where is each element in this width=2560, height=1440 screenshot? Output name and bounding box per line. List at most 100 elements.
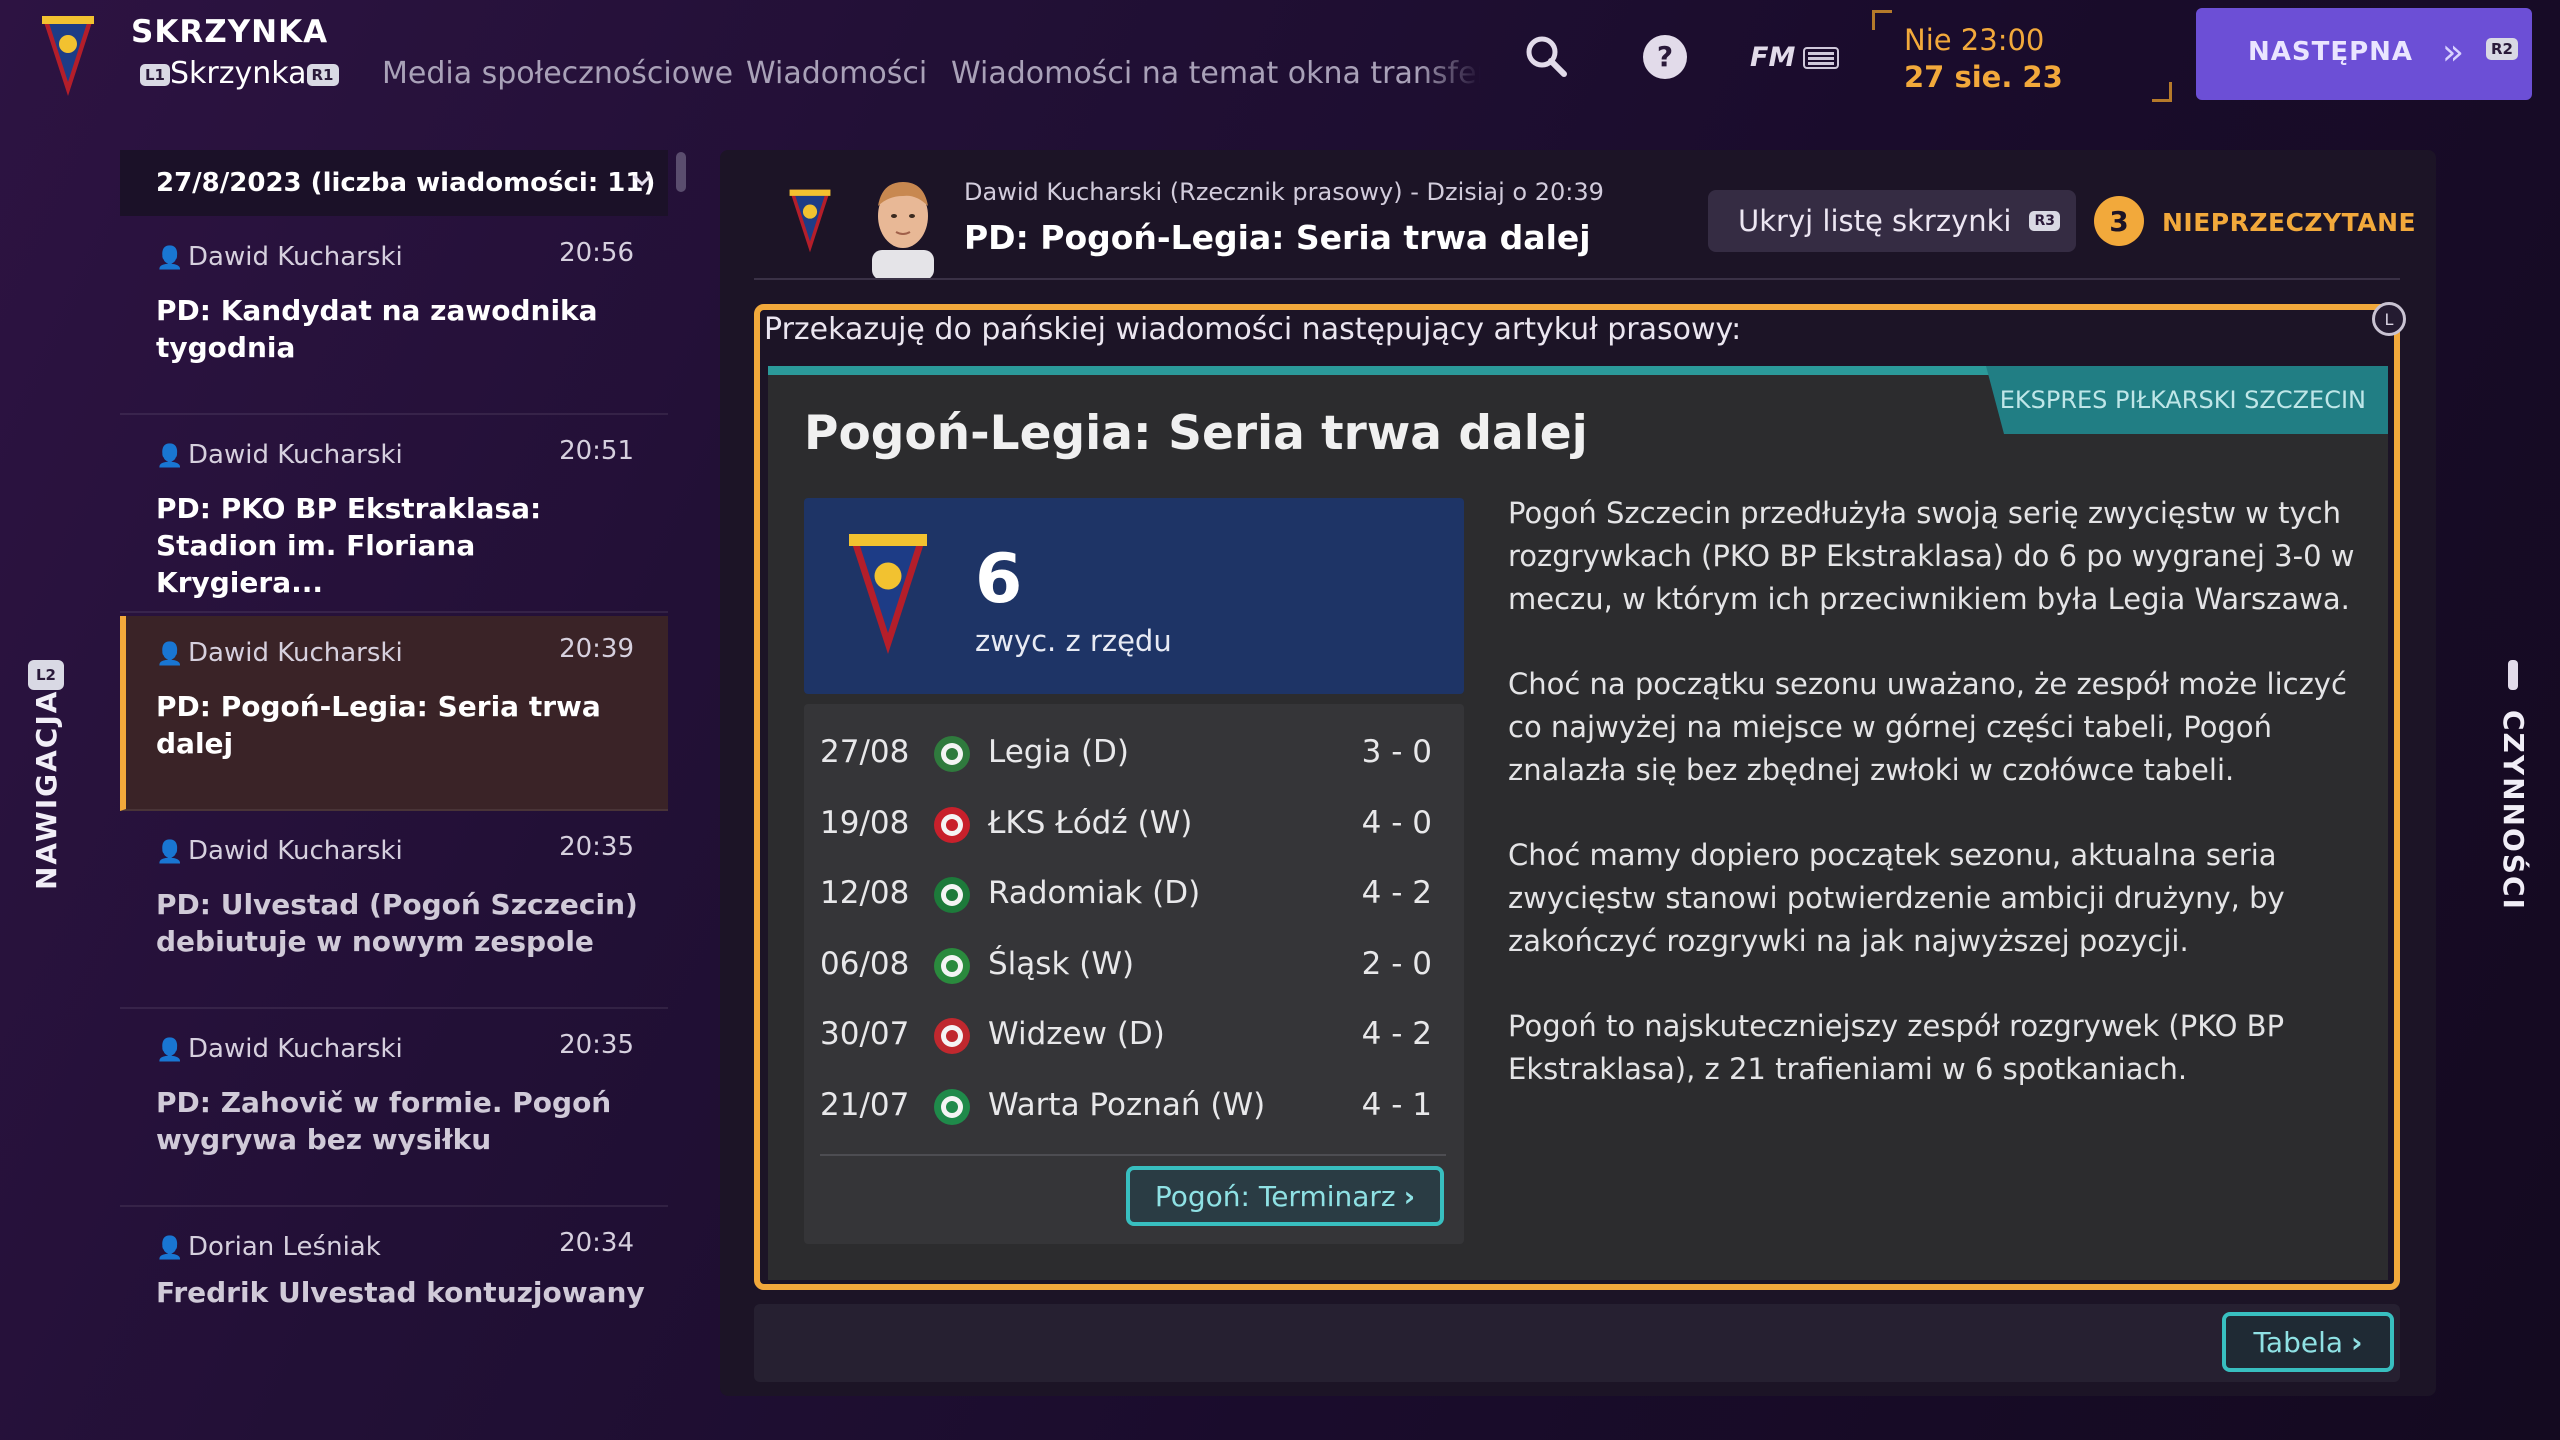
inbox-scrollbar[interactable] xyxy=(676,152,686,192)
r3-button-badge: R3 xyxy=(2029,211,2061,231)
article-paragraph: Pogoń to najskuteczniejszy zespół rozgry… xyxy=(1508,1009,2285,1086)
result-date: 12/08 xyxy=(820,875,910,912)
person-icon: 👤 xyxy=(156,840,184,865)
inbox-message-item[interactable]: 👤 Dawid Kucharski 20:35 PD: Zahovič w for… xyxy=(120,1012,668,1207)
navigation-side-label[interactable]: NAWIGACJA xyxy=(30,690,63,890)
result-row[interactable]: 21/07 Warta Poznań (W) 4 - 1 xyxy=(820,1079,1446,1135)
app-title: SKRZYNKA xyxy=(131,14,329,50)
result-opponent[interactable]: ŁKS Łódź (W) xyxy=(988,805,1192,841)
table-button[interactable]: Tabela › xyxy=(2222,1312,2394,1372)
l1-button-badge: L1 xyxy=(140,63,170,86)
message-time: 20:34 xyxy=(559,1228,634,1258)
result-row[interactable]: 19/08 ŁKS Łódź (W) 4 - 0 xyxy=(820,797,1446,853)
message-sender-name: Dorian Leśniak xyxy=(188,1232,381,1262)
message-sender: 👤 Dawid Kucharski xyxy=(156,440,403,470)
result-row[interactable]: 27/08 Legia (D) 3 - 0 xyxy=(820,726,1446,782)
result-row[interactable]: 06/08 Śląsk (W) 2 - 0 xyxy=(820,938,1446,994)
fm-menu-icon[interactable]: FM xyxy=(1750,42,1840,73)
result-date: 27/08 xyxy=(820,734,910,770)
person-icon: 👤 xyxy=(156,444,184,469)
message-time: 20:39 xyxy=(559,634,634,664)
article-body: Pogoń Szczecin przedłużyła swoją serię z… xyxy=(1508,492,2364,1133)
result-opponent[interactable]: Widzew (D) xyxy=(988,1016,1165,1052)
game-time: Nie 23:00 xyxy=(1904,23,2045,57)
message-sender: 👤 Dawid Kucharski xyxy=(156,638,403,668)
sender-club-crest xyxy=(788,186,832,260)
inbox-date-header[interactable]: 27/8/2023 (liczba wiadomości: 11) xyxy=(120,150,668,216)
search-icon[interactable] xyxy=(1524,34,1568,82)
result-opponent[interactable]: Warta Poznań (W) xyxy=(988,1087,1265,1123)
tab-transfer-window-news[interactable]: Wiadomości na temat okna transferowego xyxy=(951,56,1481,91)
chevron-right-icon: › xyxy=(2351,1325,2363,1359)
inbox-date-header-label: 27/8/2023 (liczba wiadomości: 11) xyxy=(156,168,656,198)
opponent-crest-icon xyxy=(932,734,972,774)
r1-button-badge: R1 xyxy=(306,63,339,86)
inbox-message-item[interactable]: 👤 Dawid Kucharski 20:35 PD: Ulvestad (Pog… xyxy=(120,814,668,1009)
message-time: 20:35 xyxy=(559,1030,634,1060)
club-crest-logo[interactable] xyxy=(40,14,96,98)
message-sender: 👤 Dawid Kucharski xyxy=(156,1034,403,1064)
article-paragraph: Pogoń Szczecin przedłużyła swoją serię z… xyxy=(1508,496,2355,616)
result-opponent[interactable]: Śląsk (W) xyxy=(988,946,1134,982)
article-paragraph: Choć mamy dopiero początek sezonu, aktua… xyxy=(1508,838,2285,958)
article-paragraph: Choć na początku sezonu uważano, że zesp… xyxy=(1508,667,2347,787)
message-subject: Fredrik Ulvestad kontuzjowany xyxy=(156,1276,645,1309)
streak-label: zwyc. z rzędu xyxy=(975,624,1172,658)
inbox-message-item-selected[interactable]: 👤 Dawid Kucharski 20:39 PD: Pogoń-Legia: … xyxy=(120,616,668,811)
opponent-crest-icon xyxy=(932,946,972,986)
streak-club-crest xyxy=(846,526,930,666)
double-chevron-icon: » xyxy=(2442,32,2465,73)
next-button[interactable]: NASTĘPNA » R2 xyxy=(2196,8,2532,100)
message-sender-name: Dawid Kucharski xyxy=(188,1034,403,1064)
result-opponent[interactable]: Radomiak (D) xyxy=(988,875,1200,911)
game-date: 27 sie. 23 xyxy=(1904,60,2063,94)
fixtures-button[interactable]: Pogoń: Terminarz › xyxy=(1126,1166,1444,1226)
result-date: 19/08 xyxy=(820,804,910,841)
tab-inbox-label: Skrzynka xyxy=(170,56,307,91)
chevron-right-icon: › xyxy=(1403,1179,1416,1213)
result-opponent[interactable]: Legia (D) xyxy=(988,734,1129,770)
unread-label[interactable]: NIEPRZECZYTANE xyxy=(2162,208,2416,237)
top-bar: SKRZYNKA L1 Skrzynka R1 Media społeczności… xyxy=(0,0,2560,118)
result-row[interactable]: 30/07 Widzew (D) 4 - 2 xyxy=(820,1008,1446,1064)
result-date: 30/07 xyxy=(820,1016,910,1053)
message-subject: PD: Kandydat na zawodnika tygodnia xyxy=(156,294,598,364)
message-sender-name: Dawid Kucharski xyxy=(188,638,403,668)
inbox-message-item[interactable]: 👤 Dawid Kucharski 20:51 PD: PKO BP Ekstra… xyxy=(120,418,668,613)
game-datetime[interactable]: Nie 23:00 27 sie. 23 xyxy=(1904,22,2063,96)
message-sender-name: Dawid Kucharski xyxy=(188,440,403,470)
svg-text:?: ? xyxy=(1657,40,1673,73)
hide-inbox-list-button[interactable]: Ukryj listę skrzynki R3 xyxy=(1708,190,2076,252)
result-row[interactable]: 12/08 Radomiak (D) 4 - 2 xyxy=(820,867,1446,923)
tab-social-media[interactable]: Media społecznościowe xyxy=(382,56,733,91)
sender-avatar[interactable] xyxy=(866,176,940,284)
actions-side-label[interactable]: CZYNNOŚCI xyxy=(2497,710,2530,911)
inbox-list: 27/8/2023 (liczba wiadomości: 11) 👤 Dawid… xyxy=(120,150,668,1400)
r2-button-badge: R2 xyxy=(2486,38,2518,60)
result-score: 4 - 1 xyxy=(1361,1087,1432,1123)
tab-inbox[interactable]: L1 Skrzynka R1 xyxy=(140,56,339,91)
message-sender: 👤 Dorian Leśniak xyxy=(156,1232,381,1262)
inbox-message-item[interactable]: 👤 Dorian Leśniak 20:34 Fredrik Ulvestad k… xyxy=(120,1210,668,1405)
tab-news[interactable]: Wiadomości xyxy=(746,56,927,91)
person-icon: 👤 xyxy=(156,1038,184,1063)
unread-count-badge[interactable]: 3 xyxy=(2094,196,2144,246)
opponent-crest-icon xyxy=(932,805,972,845)
person-icon: 👤 xyxy=(156,642,184,667)
message-sender: 👤 Dawid Kucharski xyxy=(156,836,403,866)
header-divider xyxy=(754,278,2400,280)
article-source: EKSPRES PIŁKARSKI SZCZECIN xyxy=(1986,366,2388,434)
message-time: 20:35 xyxy=(559,832,634,862)
result-score: 4 - 2 xyxy=(1361,1016,1432,1053)
help-icon[interactable]: ? xyxy=(1642,34,1688,84)
result-score: 4 - 0 xyxy=(1361,804,1432,841)
results-divider xyxy=(820,1154,1446,1156)
datetime-corner-top xyxy=(1872,10,1892,30)
person-icon: 👤 xyxy=(156,246,184,271)
inbox-message-item[interactable]: 👤 Dawid Kucharski 20:56 PD: Kandydat na z… xyxy=(120,220,668,415)
opponent-crest-icon xyxy=(932,1016,972,1056)
message-subject: PD: Zahovič w formie. Pogoń wygrywa bez … xyxy=(156,1086,612,1156)
person-icon: 👤 xyxy=(156,1236,184,1261)
table-button-label: Tabela xyxy=(2253,1325,2344,1359)
article-title: Pogoń-Legia: Seria trwa dalej xyxy=(804,406,1588,461)
